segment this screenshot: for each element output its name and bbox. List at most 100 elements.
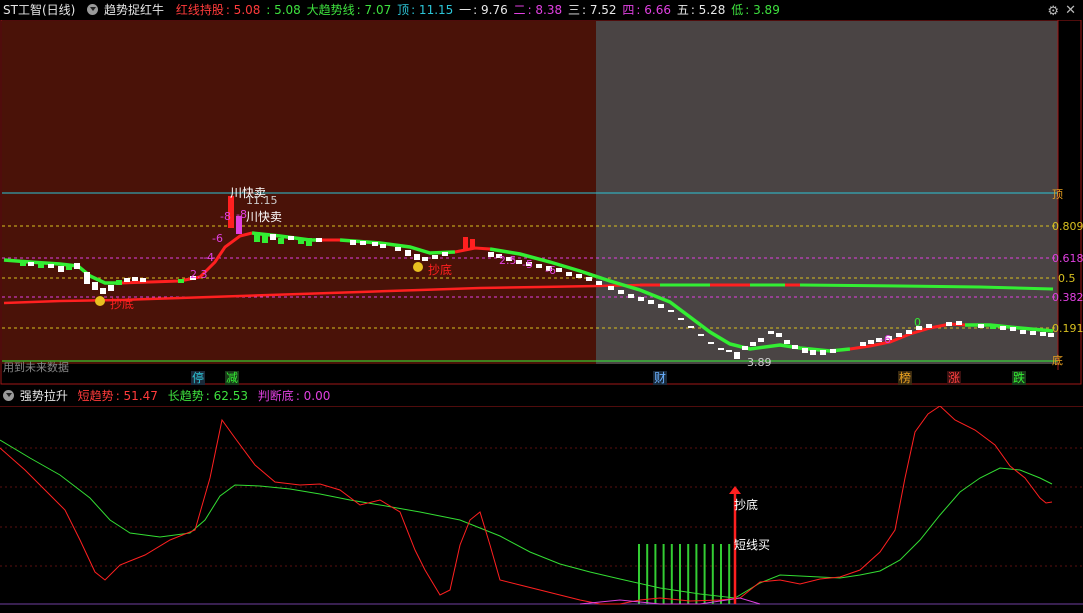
candle (536, 264, 542, 268)
sub-indicator-chart[interactable]: 抄底 短线买 (0, 406, 1083, 613)
right-label-top: 顶 (1052, 188, 1063, 201)
spike-candle-3 (470, 239, 475, 249)
one-label: 一 (459, 3, 472, 17)
candle (360, 241, 366, 245)
two-label: 二 (513, 3, 526, 17)
candle (946, 322, 952, 326)
judge-bottom-value: : 0.00 (295, 389, 331, 403)
future-data-note: 用到未来数据 (3, 360, 69, 374)
red-hold-value-2: : 5.08 (266, 3, 301, 17)
candle (906, 330, 912, 334)
event-label-3[interactable]: 财 (654, 371, 666, 385)
red-hold-value: : 5.08 (225, 3, 261, 17)
close-icon[interactable]: ✕ (1065, 1, 1076, 21)
candle (92, 282, 98, 290)
candle (648, 300, 654, 304)
candle (288, 236, 294, 240)
annot-23: 2.3 (190, 268, 208, 281)
event-label-1[interactable]: 停 (192, 370, 204, 385)
candle (74, 263, 80, 269)
annot-neg6: -6 (880, 333, 891, 346)
candle (306, 238, 312, 246)
buy-marker-2 (413, 262, 423, 272)
candle (414, 254, 420, 260)
three-value: : 7.52 (581, 3, 617, 17)
low-value-label: 3.89 (747, 356, 772, 369)
four-label: 四 (622, 3, 635, 17)
candle (1048, 333, 1054, 337)
candle (84, 272, 90, 284)
candle (178, 279, 184, 283)
candle (926, 324, 932, 328)
candle (278, 238, 284, 244)
candle (576, 274, 582, 278)
event-label-4[interactable]: 榜 (899, 370, 911, 385)
candle (442, 252, 448, 256)
candle (830, 349, 836, 353)
candle (488, 252, 494, 257)
spike-candle-2 (463, 237, 468, 251)
sub-chart-header: 强势拉升 短趋势: 51.47 长趋势: 62.53 判断底: 0.00 (0, 386, 332, 406)
candle (658, 304, 664, 308)
candle (1030, 331, 1036, 335)
candle (380, 244, 386, 248)
candle (405, 250, 411, 256)
candle (140, 278, 146, 282)
sub-indicator-menu-icon[interactable] (3, 390, 14, 401)
long-trend-line (0, 439, 1053, 599)
main-chart-header: ST工智(日线) 趋势捉红牛 红线持股: 5.08 : 5.08 大趋势线: 7… (0, 0, 1083, 20)
candle (608, 286, 614, 290)
three-label: 三 (567, 3, 580, 17)
annot-4: -4 (203, 251, 214, 264)
candle (734, 352, 740, 359)
candle (28, 262, 34, 266)
short-trend-line (0, 406, 1053, 605)
five-label: 五 (676, 3, 689, 17)
candle (1000, 326, 1006, 330)
candle (628, 294, 634, 298)
candle (132, 277, 138, 281)
candle (270, 234, 276, 240)
short-buy-bar (695, 544, 698, 604)
candle (298, 238, 304, 244)
candle (556, 268, 562, 272)
short-buy-bar (670, 544, 673, 604)
big-trend-label: 大趋势线 (306, 3, 355, 17)
candle (586, 277, 592, 281)
candle (100, 288, 106, 294)
right-label-382: 0.382 (1052, 291, 1083, 304)
candle (316, 238, 322, 242)
candle (20, 261, 26, 266)
event-label-6[interactable]: 跌 (1013, 370, 1025, 385)
right-label-5: 0.5 (1058, 272, 1076, 285)
candle (116, 280, 122, 285)
short-buy-bar (720, 544, 722, 604)
sub-indicator-name[interactable]: 强势拉升 (20, 389, 68, 403)
annot-6b: -6 (545, 264, 556, 277)
annot-8a: -8 (220, 210, 231, 223)
event-label-2[interactable]: 减 (226, 371, 238, 385)
short-buy-bar (728, 544, 731, 604)
candle (750, 342, 756, 346)
four-value: : 6.66 (636, 3, 671, 17)
candle (810, 350, 816, 355)
candle (776, 333, 782, 337)
short-buy-bar (679, 544, 681, 604)
candle (566, 272, 572, 276)
candle (708, 342, 714, 344)
candle (372, 242, 378, 246)
indicator-menu-icon[interactable] (87, 4, 99, 15)
buy-marker-1 (95, 296, 105, 306)
indicator-name[interactable]: 趋势捉红牛 (104, 3, 164, 17)
candle (668, 310, 674, 312)
short-trend-label: 短趋势 (77, 389, 114, 403)
event-label-5[interactable]: 涨 (948, 370, 960, 385)
sell-label-2: 川快卖 (246, 210, 282, 224)
gear-icon[interactable]: ⚙ (1047, 2, 1059, 22)
main-price-chart[interactable]: 顶 0.809 0.618 0.5 0.382 0.191 底 川快卖 川快卖 … (0, 20, 1083, 386)
short-buy-bar (654, 544, 657, 604)
short-buy-bar (687, 544, 690, 604)
right-label-809: 0.809 (1052, 220, 1083, 233)
big-trend-value: : 7.07 (356, 3, 392, 17)
judge-bottom-label: 判断底 (257, 389, 294, 403)
